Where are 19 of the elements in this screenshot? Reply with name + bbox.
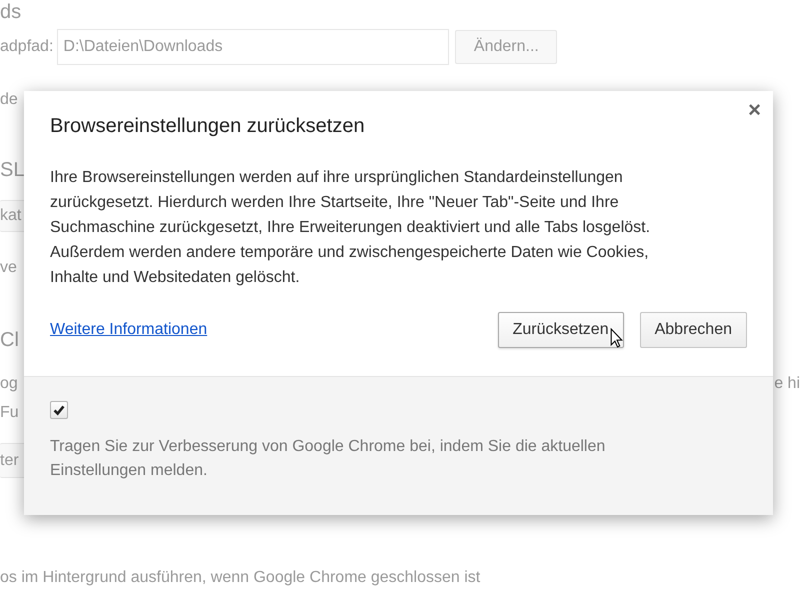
more-info-link[interactable]: Weitere Informationen — [50, 321, 208, 339]
section-heading: Cl — [0, 328, 19, 353]
setting-text: ve — [0, 258, 17, 278]
checkbox[interactable] — [50, 401, 68, 419]
mouse-pointer-icon — [610, 328, 623, 348]
setting-text: Fu — [0, 403, 19, 423]
section-heading: SL — [0, 158, 24, 183]
dialog-button[interactable]: Abbrechen — [640, 312, 747, 348]
dialog-message: Ihre Browsereinstellungen werden auf ihre ursprünglichen Standardeinstellungen zurückgesetzt. Hierdurch werden Ihre Startseite, Ihre "Neuer Tab"-Seite und Ihre Suchmaschine zurückgesetzt, Ihre Erweiterungen deaktiviert und alle Tabs losgelöst. Außerdem werden andere temporäre und zwischengespeicherte Daten wie Cookies, Inhalte und Websitedaten gelöscht. — [50, 168, 652, 288]
field-label: adpfad: — [0, 37, 54, 57]
close-button[interactable]: × — [748, 97, 761, 123]
checkbox-label: Tragen Sie zur Verbesserung von Google Chrome bei, indem Sie die aktuellen Einstellungen melden. — [50, 437, 606, 481]
setting-text: os im Hintergrund ausführen, wenn Google Chrome geschlossen ist — [0, 568, 480, 588]
setting-text: de — [0, 90, 18, 110]
dialog-title: Browsereinstellungen zurücksetzen — [50, 114, 365, 139]
section-heading: ds — [0, 0, 22, 24]
setting-text: og — [0, 374, 18, 394]
setting-text: e hi — [774, 374, 800, 394]
dialog-button[interactable]: Zurücksetzen — [498, 312, 624, 348]
